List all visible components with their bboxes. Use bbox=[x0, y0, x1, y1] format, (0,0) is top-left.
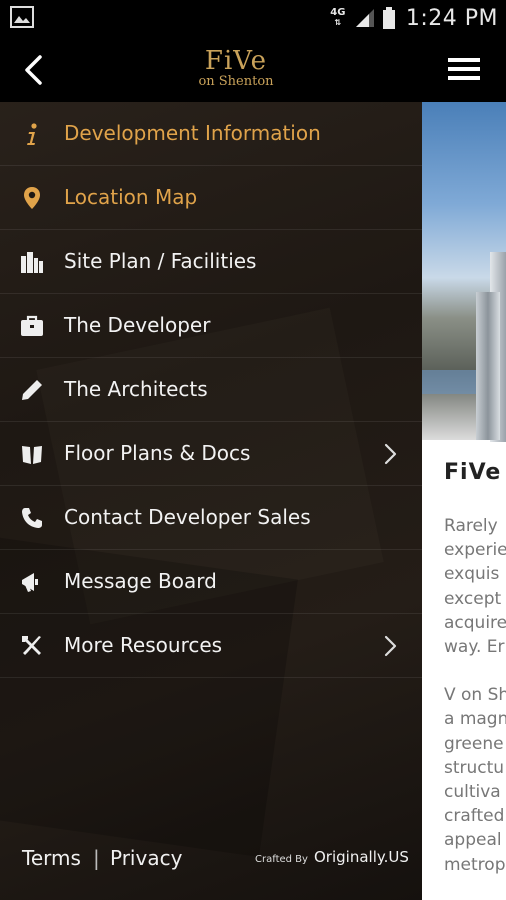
drawer-menu: Development Information Location Map Sit… bbox=[0, 102, 422, 678]
menu-item-more-resources[interactable]: More Resources bbox=[0, 614, 422, 678]
content-top-bar bbox=[422, 36, 506, 102]
menu-item-location-map[interactable]: Location Map bbox=[0, 166, 422, 230]
content-heading: FiVe bbox=[444, 460, 502, 485]
menu-item-label: Contact Developer Sales bbox=[64, 505, 311, 529]
drawer-header: FiVe on Shenton bbox=[0, 36, 422, 102]
menu-item-development-information[interactable]: Development Information bbox=[0, 102, 422, 166]
info-icon bbox=[27, 123, 37, 145]
app-logo: FiVe on Shenton bbox=[198, 46, 274, 89]
signal-icon bbox=[355, 9, 374, 27]
menu-item-label: Development Information bbox=[64, 121, 321, 145]
main-content: FiVe Rarely experie exquis except acquir… bbox=[422, 36, 506, 900]
navigation-drawer: FiVe on Shenton Development Information … bbox=[0, 36, 422, 900]
battery-icon bbox=[382, 7, 395, 29]
back-arrow-icon[interactable] bbox=[20, 54, 50, 86]
chevron-right-icon bbox=[384, 635, 397, 657]
clock: 1:24 PM bbox=[405, 5, 498, 31]
drawer-footer: Terms | Privacy Crafted By Originally.US bbox=[0, 840, 422, 880]
menu-item-message-board[interactable]: Message Board bbox=[0, 550, 422, 614]
book-icon bbox=[22, 446, 42, 464]
location-pin-icon bbox=[24, 187, 40, 209]
terms-link[interactable]: Terms bbox=[22, 846, 81, 870]
hamburger-menu-icon[interactable] bbox=[448, 58, 480, 80]
phone-icon bbox=[22, 508, 42, 528]
menu-item-the-developer[interactable]: The Developer bbox=[0, 294, 422, 358]
menu-item-label: The Architects bbox=[64, 377, 208, 401]
menu-item-label: Site Plan / Facilities bbox=[64, 249, 257, 273]
menu-item-label: The Developer bbox=[64, 313, 211, 337]
footer-separator: | bbox=[93, 846, 100, 870]
menu-item-label: More Resources bbox=[64, 633, 223, 657]
status-bar: 4G ⇅ 1:24 PM bbox=[0, 0, 506, 36]
gallery-icon bbox=[10, 6, 34, 28]
buildings-icon bbox=[21, 252, 43, 273]
menu-item-the-architects[interactable]: The Architects bbox=[0, 358, 422, 422]
developer-brand-link[interactable]: Originally.US bbox=[314, 848, 409, 866]
pencil-icon bbox=[22, 380, 42, 400]
menu-item-label: Location Map bbox=[64, 185, 198, 209]
menu-item-site-plan-facilities[interactable]: Site Plan / Facilities bbox=[0, 230, 422, 294]
privacy-link[interactable]: Privacy bbox=[110, 846, 182, 870]
network-indicator: 4G ⇅ bbox=[330, 7, 346, 28]
chevron-right-icon bbox=[384, 443, 397, 465]
menu-item-label: Floor Plans & Docs bbox=[64, 441, 251, 465]
menu-item-label: Message Board bbox=[64, 569, 217, 593]
tools-icon bbox=[22, 636, 41, 655]
briefcase-icon bbox=[21, 315, 43, 336]
hero-image bbox=[422, 102, 506, 442]
menu-item-floor-plans-docs[interactable]: Floor Plans & Docs bbox=[0, 422, 422, 486]
crafted-by-label: Crafted By bbox=[255, 854, 308, 865]
megaphone-icon bbox=[22, 573, 38, 592]
menu-item-contact-developer-sales[interactable]: Contact Developer Sales bbox=[0, 486, 422, 550]
content-paragraph: Rarely experie exquis except acquire way… bbox=[444, 516, 506, 875]
